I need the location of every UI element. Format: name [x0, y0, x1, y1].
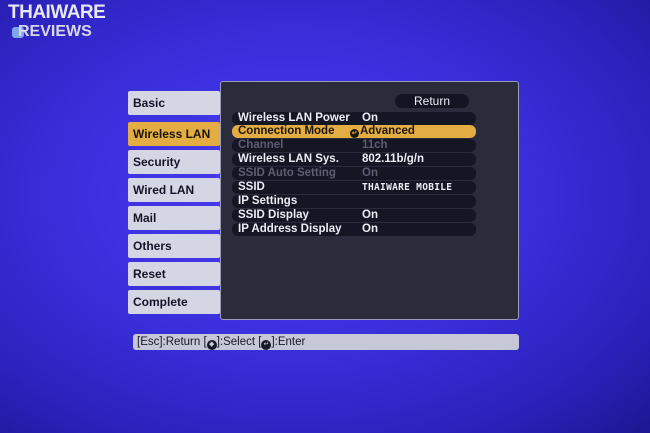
setting-label: Connection Mode: [238, 125, 335, 137]
setting-row-ssid-auto-setting: SSID Auto Setting On: [232, 167, 476, 180]
setting-label: IP Settings: [238, 195, 298, 207]
setting-row-ip-address-display[interactable]: IP Address Display On: [232, 223, 476, 236]
tab-mail[interactable]: Mail: [128, 206, 224, 230]
watermark-line2: REVIEWS: [18, 23, 92, 40]
key-help-bar: [Esc]:Return [◆]:Select [↵]:Enter: [133, 334, 519, 350]
setting-value: On: [362, 223, 378, 235]
setting-label: Wireless LAN Sys.: [238, 153, 339, 165]
setting-row-ip-settings[interactable]: IP Settings: [232, 195, 476, 208]
setting-value: 11ch: [362, 139, 388, 151]
setting-value: THAIWARE MOBILE: [362, 182, 453, 193]
setting-label: SSID: [238, 181, 265, 193]
setting-row-wireless-lan-power[interactable]: Wireless LAN Power On: [232, 112, 476, 125]
setting-value: On: [362, 209, 378, 221]
enter-icon: ↵: [350, 129, 359, 138]
setting-label: Channel: [238, 139, 284, 151]
setting-value: 802.11b/g/n: [362, 153, 425, 165]
setting-row-connection-mode[interactable]: Connection Mode ↵ Advanced: [232, 125, 476, 138]
tab-others[interactable]: Others: [128, 234, 224, 258]
setting-row-channel: Channel 11ch: [232, 139, 476, 152]
help-select: ]:Select: [216, 336, 256, 348]
tab-basic[interactable]: Basic: [128, 91, 224, 115]
help-esc-return: [Esc]:Return: [137, 336, 201, 348]
setting-value: Advanced: [360, 125, 415, 137]
direction-pad-icon: ◆: [206, 340, 217, 350]
setting-row-ssid[interactable]: SSID THAIWARE MOBILE: [232, 181, 476, 194]
return-button[interactable]: Return: [395, 94, 469, 108]
tab-security[interactable]: Security: [128, 150, 224, 174]
watermark-logo: THAIWARE REVIEWS: [8, 3, 128, 43]
setting-value: On: [362, 112, 378, 124]
setting-label: SSID Auto Setting: [238, 167, 336, 179]
help-enter: ]:Enter: [271, 336, 306, 348]
wireless-lan-settings-panel: Return Wireless LAN Power On Connection …: [220, 81, 519, 320]
tab-wired-lan[interactable]: Wired LAN: [128, 178, 224, 202]
tab-wireless-lan[interactable]: Wireless LAN: [128, 122, 224, 146]
enter-icon: ↵: [261, 340, 272, 350]
setting-row-ssid-display[interactable]: SSID Display On: [232, 209, 476, 222]
tab-reset[interactable]: Reset: [128, 262, 224, 286]
watermark-line1: THAIWARE: [8, 2, 106, 23]
setting-value-wrap: ↵ Advanced: [350, 125, 415, 138]
setting-label: SSID Display: [238, 209, 309, 221]
tab-complete[interactable]: Complete: [128, 290, 224, 314]
setting-row-wireless-lan-sys[interactable]: Wireless LAN Sys. 802.11b/g/n: [232, 153, 476, 166]
setting-value: On: [362, 167, 378, 179]
setting-label: IP Address Display: [238, 223, 342, 235]
setting-label: Wireless LAN Power: [238, 112, 350, 124]
